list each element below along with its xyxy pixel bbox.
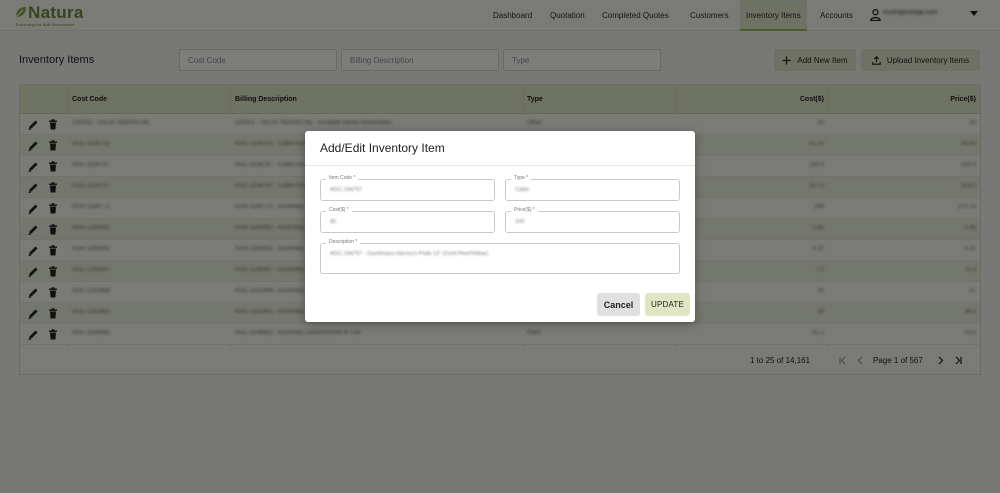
update-button[interactable]: UPDATE: [645, 293, 690, 316]
cost-label: Cost($) *: [326, 207, 352, 213]
type-label: Type *: [511, 175, 532, 181]
cancel-button[interactable]: Cancel: [597, 293, 640, 316]
add-edit-inventory-item-dialog: Add/Edit Inventory Item Item Code * AGC-…: [305, 131, 695, 322]
price-value: 100: [515, 219, 525, 225]
item-code-label: Item Code *: [326, 175, 359, 181]
item-code-field[interactable]: Item Code * AGC-144757: [320, 175, 495, 201]
type-field[interactable]: Type * Cable: [505, 175, 680, 201]
item-code-value: AGC-144757: [330, 187, 363, 193]
dialog-title: Add/Edit Inventory Item: [320, 141, 445, 155]
dialog-divider: [305, 165, 695, 166]
description-label: Description *: [326, 239, 361, 245]
type-value: Cable: [515, 187, 530, 193]
description-value: AGC-144757 - Gachimacs Harvey's Pride 12…: [330, 251, 489, 257]
price-field[interactable]: Price($) * 100: [505, 207, 680, 233]
description-textarea[interactable]: Description * AGC-144757 - Gachimacs Har…: [320, 239, 680, 274]
price-label: Price($) *: [511, 207, 538, 213]
cost-value: 85: [330, 219, 337, 225]
cost-field[interactable]: Cost($) * 85: [320, 207, 495, 233]
